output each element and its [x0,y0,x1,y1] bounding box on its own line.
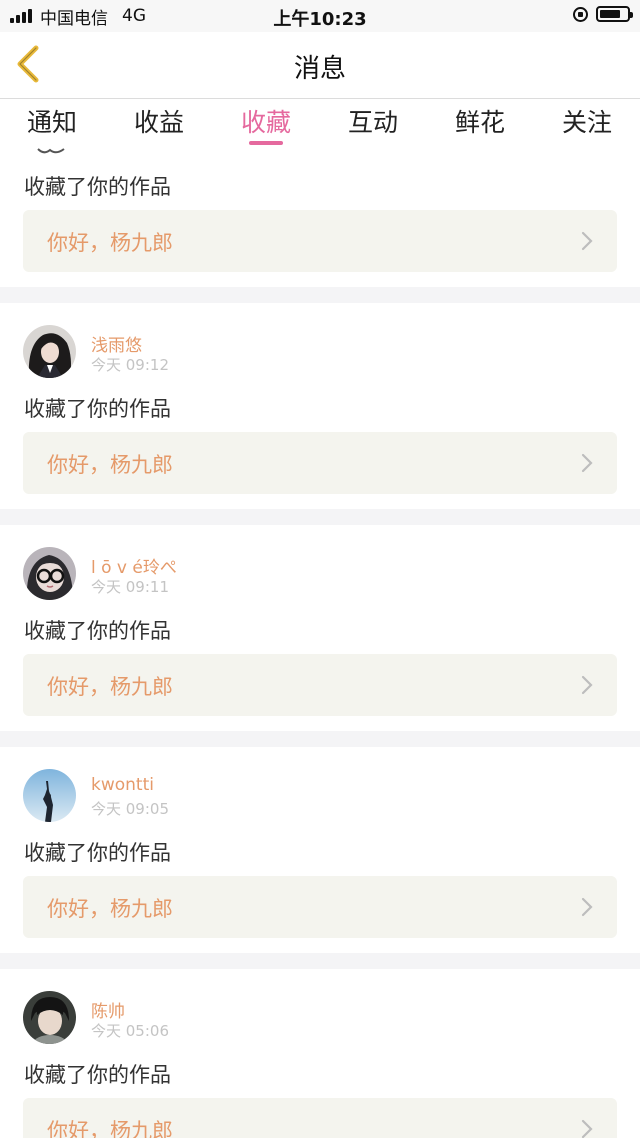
section-separator [0,287,640,303]
tab-earnings[interactable]: 收益 [119,103,199,139]
avatar[interactable] [23,769,76,822]
tab-flowers[interactable]: 鲜花 [440,103,520,139]
chevron-right-icon [581,897,593,917]
list-item: 收藏了你的作品 你好，杨九郎 [0,147,640,287]
avatar[interactable] [23,325,76,378]
action-text: 收藏了你的作品 [24,175,171,199]
chevron-right-icon [581,453,593,473]
status-bar: 中国电信 4G 上午10:23 [0,0,640,32]
battery-icon [596,6,633,22]
list-item: l ō v é玲ぺ 今天 09:11 收藏了你的作品 你好，杨九郎 [0,525,640,731]
action-text: 收藏了你的作品 [24,1063,171,1087]
user-name[interactable]: kwontti [91,775,154,795]
chevron-right-icon [581,675,593,695]
timestamp: 今天 09:11 [91,578,169,596]
tab-favorites[interactable]: 收藏 [226,103,306,139]
work-link[interactable]: 你好，杨九郎 [23,432,617,494]
active-tab-indicator [249,141,283,145]
list-item: 浅雨悠 今天 09:12 收藏了你的作品 你好，杨九郎 [0,303,640,509]
avatar[interactable] [23,991,76,1044]
favorites-feed[interactable]: 收藏了你的作品 你好，杨九郎 浅雨悠 今天 09:12 收藏了你的作品 你好，杨… [0,147,640,1138]
timestamp: 今天 09:05 [91,800,169,818]
chevron-right-icon [581,1119,593,1138]
section-separator [0,509,640,525]
page-title: 消息 [293,54,346,84]
timestamp: 今天 05:06 [91,1022,169,1040]
avatar[interactable] [23,547,76,600]
tab-bar: 通知 收益 收藏 互动 鲜花 关注 [0,99,640,147]
work-title: 你好，杨九郎 [47,453,173,477]
work-title: 你好，杨九郎 [47,897,173,921]
work-title: 你好，杨九郎 [47,1119,173,1138]
user-name[interactable]: 陈帅 [91,997,125,1022]
section-separator [0,953,640,969]
user-name[interactable]: l ō v é玲ぺ [91,553,177,578]
list-item: kwontti 今天 09:05 收藏了你的作品 你好，杨九郎 [0,747,640,953]
chevron-right-icon [581,231,593,251]
tab-notify[interactable]: 通知 [12,103,92,139]
section-separator [0,731,640,747]
work-link[interactable]: 你好，杨九郎 [23,876,617,938]
timestamp: 今天 09:12 [91,356,169,374]
status-time: 上午10:23 [273,9,367,30]
avatar-boy-icon [23,991,76,1044]
avatar-girl-dark-hair-icon [23,325,76,378]
tab-follow[interactable]: 关注 [547,103,627,139]
work-title: 你好，杨九郎 [47,231,173,255]
action-text: 收藏了你的作品 [24,841,171,865]
avatar-sky-silhouette-icon [23,769,76,822]
user-name[interactable]: 浅雨悠 [91,331,142,356]
avatar [37,148,65,154]
work-link[interactable]: 你好，杨九郎 [23,210,617,272]
avatar-glasses-icon [23,547,76,600]
status-right [573,6,633,22]
action-text: 收藏了你的作品 [24,397,171,421]
rotation-lock-icon [573,6,588,22]
tab-interaction[interactable]: 互动 [333,103,413,139]
action-text: 收藏了你的作品 [24,619,171,643]
work-link[interactable]: 你好，杨九郎 [23,654,617,716]
work-title: 你好，杨九郎 [47,675,173,699]
work-link[interactable]: 你好，杨九郎 [23,1098,617,1138]
list-item: 陈帅 今天 05:06 收藏了你的作品 你好，杨九郎 [0,969,640,1138]
nav-bar: 消息 [0,32,640,98]
